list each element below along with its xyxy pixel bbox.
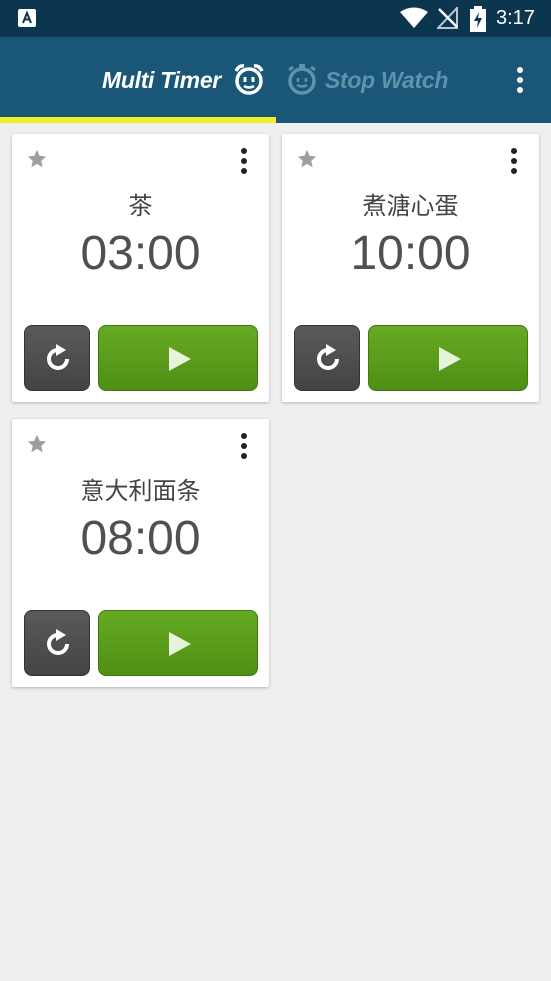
- timer-time: 10:00: [350, 227, 471, 280]
- timer-name: 煮溏心蛋: [362, 192, 459, 220]
- tab-indicator: [0, 117, 276, 123]
- star-icon[interactable]: [296, 148, 318, 170]
- reset-button[interactable]: [294, 325, 360, 391]
- overflow-menu-icon[interactable]: [506, 63, 534, 97]
- tab-multi-timer[interactable]: Multi Timer: [0, 37, 276, 123]
- play-icon: [169, 632, 191, 656]
- alarm-clock-icon: [234, 64, 264, 95]
- play-button[interactable]: [368, 325, 528, 391]
- reset-icon: [47, 344, 69, 370]
- timer-card: 煮溏心蛋 10:00: [282, 134, 539, 402]
- timer-name: 意大利面条: [80, 477, 201, 505]
- stopwatch-icon: [288, 64, 316, 95]
- timer-time: 08:00: [80, 512, 201, 565]
- play-button[interactable]: [98, 610, 258, 676]
- reset-button[interactable]: [24, 325, 90, 391]
- app-notification-icon: [18, 9, 36, 27]
- play-button[interactable]: [98, 325, 258, 391]
- card-menu-icon[interactable]: [504, 146, 524, 176]
- tab-stop-watch[interactable]: Stop Watch: [276, 37, 476, 123]
- play-icon: [169, 347, 191, 371]
- reset-icon: [317, 344, 339, 370]
- play-icon: [439, 347, 461, 371]
- no-signal-icon: [437, 7, 458, 29]
- reset-button[interactable]: [24, 610, 90, 676]
- star-icon[interactable]: [26, 148, 48, 170]
- tab-stop-watch-label: Stop Watch: [325, 67, 449, 93]
- app-bar: Multi Timer Stop Watch: [0, 37, 551, 123]
- timer-card: 茶 03:00: [12, 134, 269, 402]
- timer-time: 03:00: [80, 227, 201, 280]
- tab-multi-timer-label: Multi Timer: [102, 67, 221, 93]
- status-time: 3:17: [496, 7, 535, 29]
- status-bar: 3:17: [0, 0, 551, 37]
- card-menu-icon[interactable]: [234, 431, 254, 461]
- star-icon[interactable]: [26, 433, 48, 455]
- timer-card: 意大利面条 08:00: [12, 419, 269, 687]
- timer-name: 茶: [128, 192, 153, 220]
- battery-charging-icon: [470, 6, 486, 32]
- reset-icon: [47, 629, 69, 655]
- card-menu-icon[interactable]: [234, 146, 254, 176]
- wifi-icon: [400, 7, 428, 28]
